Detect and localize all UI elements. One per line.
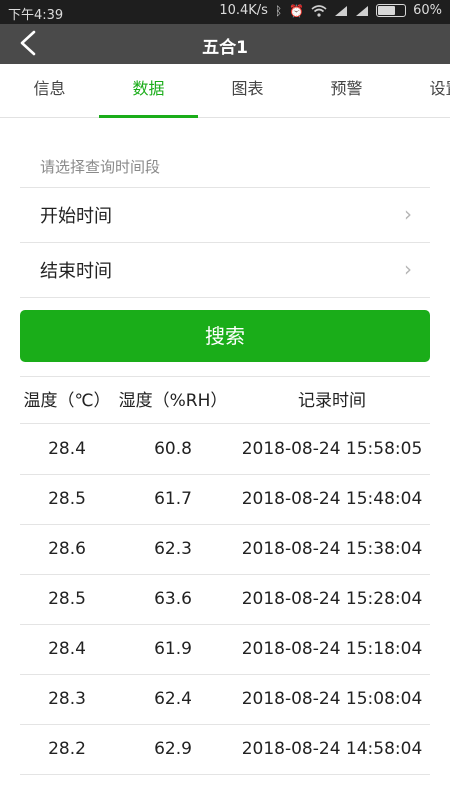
table-row: 28.4 60.8 2018-08-24 15:58:05 (20, 425, 430, 475)
tab-info[interactable]: 信息 (0, 64, 99, 118)
header-temperature: 温度（℃） (23, 391, 111, 411)
tab-bar: 信息 数据 图表 预警 设置 (0, 64, 450, 118)
cell-temperature: 28.5 (48, 489, 86, 509)
tab-settings[interactable]: 设置 (396, 64, 450, 118)
tab-chart[interactable]: 图表 (198, 64, 297, 118)
cell-humidity: 63.6 (154, 589, 192, 609)
chevron-right-icon: › (404, 202, 412, 226)
status-time: 下午4:39 (8, 8, 64, 23)
cell-time: 2018-08-24 14:58:04 (241, 739, 423, 759)
cell-humidity: 62.4 (154, 689, 192, 709)
table-row: 28.5 61.7 2018-08-24 15:48:04 (20, 475, 430, 525)
cell-time: 2018-08-24 15:58:05 (241, 439, 423, 459)
chevron-right-icon: › (404, 257, 412, 281)
wifi-icon (311, 4, 327, 17)
battery-icon (376, 4, 407, 17)
cell-humidity: 62.9 (154, 739, 192, 759)
active-tab-indicator (99, 115, 198, 118)
table-row: 28.3 62.4 2018-08-24 15:08:04 (20, 675, 430, 725)
cell-temperature: 28.3 (48, 689, 86, 709)
cell-temperature: 28.2 (48, 739, 86, 759)
alarm-icon: ⏰ (289, 3, 305, 18)
table-row: 28.5 63.6 2018-08-24 15:28:04 (20, 575, 430, 625)
cell-temperature: 28.5 (48, 589, 86, 609)
query-hint: 请选择查询时间段 (40, 158, 161, 176)
bluetooth-icon: ᛒ (274, 3, 283, 18)
status-right: 10.4K/s ᛒ ⏰ 60% (219, 3, 442, 18)
cell-time: 2018-08-24 15:08:04 (241, 689, 423, 709)
table-row: 28.2 62.9 2018-08-24 14:58:04 (20, 725, 430, 775)
tab-alert[interactable]: 预警 (297, 64, 396, 118)
table-header: 温度（℃） 湿度（%RH） 记录时间 (20, 376, 430, 424)
battery-percent: 60% (413, 3, 442, 18)
header-humidity: 湿度（%RH） (118, 391, 228, 411)
start-time-field[interactable]: 开始时间 (40, 202, 112, 228)
cell-time: 2018-08-24 15:18:04 (241, 639, 423, 659)
page-title: 五合1 (202, 38, 248, 58)
header-record-time: 记录时间 (298, 391, 366, 411)
signal-icon (335, 5, 348, 16)
table-row: 28.6 62.3 2018-08-24 15:38:04 (20, 525, 430, 575)
cell-time: 2018-08-24 15:38:04 (241, 539, 423, 559)
cell-humidity: 61.7 (154, 489, 192, 509)
tab-data[interactable]: 数据 (99, 64, 198, 118)
table-row: 28.4 61.9 2018-08-24 15:18:04 (20, 625, 430, 675)
search-button[interactable]: 搜索 (20, 310, 430, 362)
cell-temperature: 28.4 (48, 439, 86, 459)
divider (20, 297, 430, 298)
status-bar: 下午4:39 10.4K/s ᛒ ⏰ 60% (0, 0, 450, 24)
divider (20, 242, 430, 243)
end-time-field[interactable]: 结束时间 (40, 257, 112, 283)
cell-humidity: 60.8 (154, 439, 192, 459)
network-speed: 10.4K/s (219, 3, 268, 18)
title-bar: 五合1 (0, 24, 450, 64)
cell-time: 2018-08-24 15:48:04 (241, 489, 423, 509)
battery-fill (378, 6, 395, 15)
cell-humidity: 62.3 (154, 539, 192, 559)
signal-icon-2 (356, 5, 369, 16)
cell-temperature: 28.6 (48, 539, 86, 559)
cell-temperature: 28.4 (48, 639, 86, 659)
divider (20, 187, 430, 188)
cell-time: 2018-08-24 15:28:04 (241, 589, 423, 609)
cell-humidity: 61.9 (154, 639, 192, 659)
